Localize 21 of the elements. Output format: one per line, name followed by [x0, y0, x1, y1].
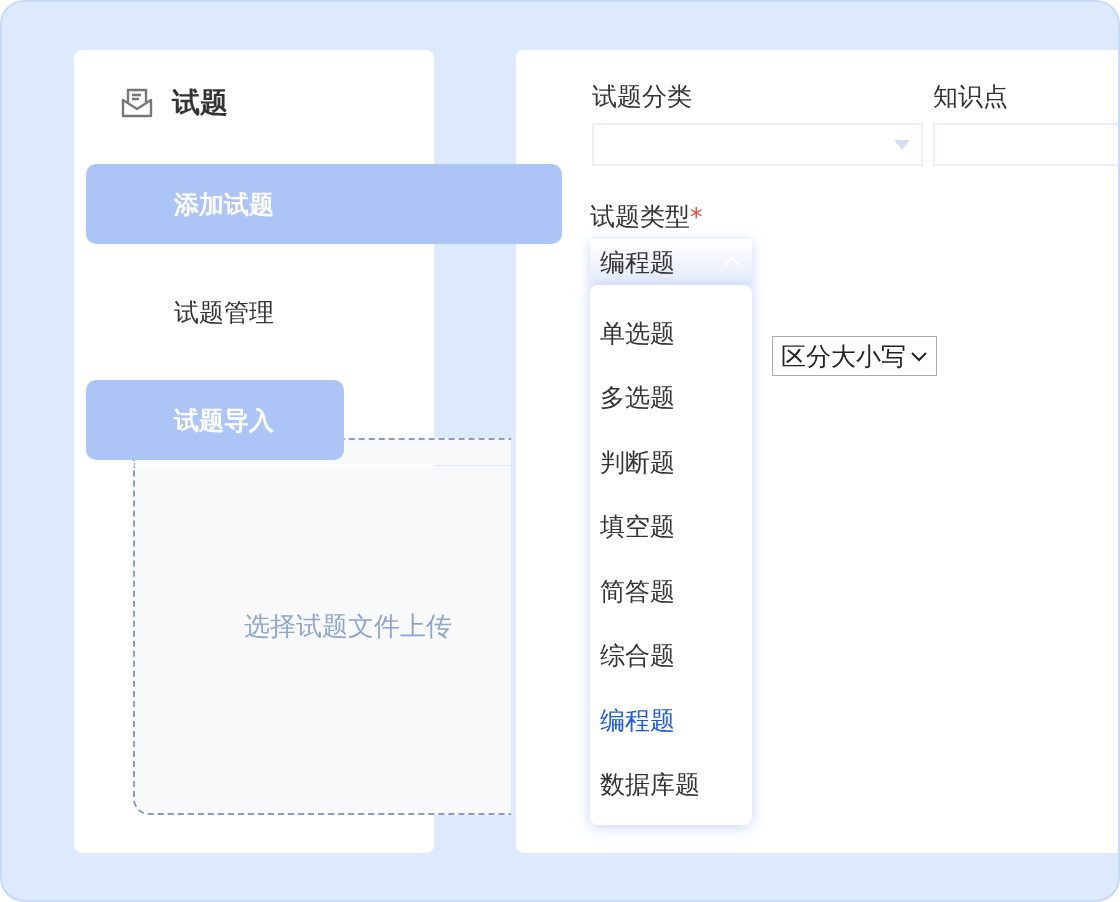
- dropdown-option[interactable]: 综合题: [590, 623, 752, 688]
- dropdown-option[interactable]: 数据库题: [590, 752, 752, 817]
- dropdown-option[interactable]: 编程题: [590, 688, 752, 753]
- case-select[interactable]: 区分大小写: [772, 336, 937, 376]
- field-label: 试题类型*: [590, 201, 704, 233]
- field-label: 试题分类: [592, 81, 693, 113]
- chevron-down-icon: [910, 350, 928, 362]
- upload-text: 选择试题文件上传: [244, 610, 452, 643]
- knowledge-input[interactable]: [933, 123, 1118, 166]
- field-label: 知识点: [933, 81, 1009, 113]
- dropdown-option[interactable]: 简答题: [590, 559, 752, 624]
- dropdown-option[interactable]: 判断题: [590, 430, 752, 495]
- inbox-icon: [120, 87, 154, 119]
- dropdown-option[interactable]: 单选题: [590, 301, 752, 366]
- sidebar-item[interactable]: 试题管理: [86, 272, 344, 352]
- sidebar-title: 试题: [172, 85, 228, 121]
- dropdown-option[interactable]: 填空题: [590, 494, 752, 559]
- category-select[interactable]: [592, 123, 923, 166]
- dropdown-icon: [893, 138, 911, 151]
- dropdown-option[interactable]: 多选题: [590, 365, 752, 430]
- type-select[interactable]: 编程题: [590, 239, 752, 285]
